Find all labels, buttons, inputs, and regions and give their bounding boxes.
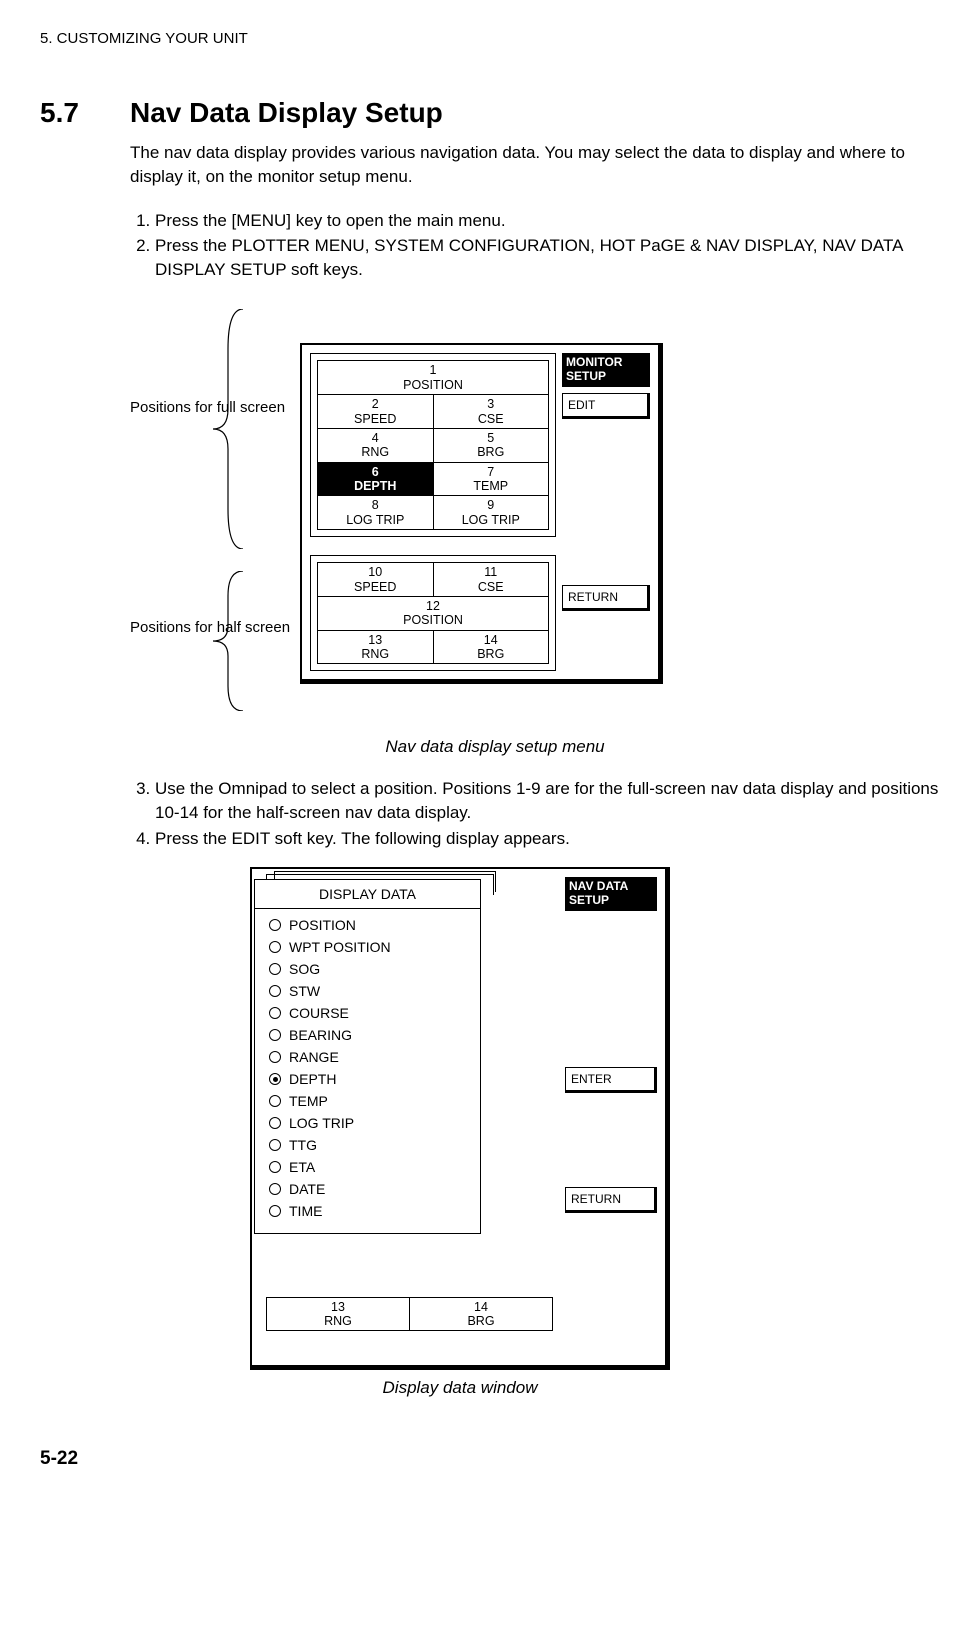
option-depth[interactable]: DEPTH bbox=[269, 1071, 470, 1087]
radio-icon bbox=[269, 941, 281, 953]
radio-icon bbox=[269, 919, 281, 931]
option-label: TEMP bbox=[289, 1093, 328, 1109]
figure-2: DISPLAY DATA POSITION WPT POSITION SOG STW C… bbox=[250, 867, 670, 1398]
option-label: SOG bbox=[289, 961, 320, 977]
page-number: 5-22 bbox=[40, 1448, 953, 1470]
option-bearing[interactable]: BEARING bbox=[269, 1027, 470, 1043]
step-1: Press the [MENU] key to open the main me… bbox=[155, 209, 953, 233]
cell-12-position[interactable]: 12POSITION bbox=[318, 597, 548, 631]
steps-list-2: Use the Omnipad to select a position. Po… bbox=[130, 777, 953, 850]
peek-cell-13[interactable]: 13RNG bbox=[267, 1298, 409, 1331]
cell-14-brg[interactable]: 14BRG bbox=[433, 631, 549, 664]
cell-11-cse[interactable]: 11CSE bbox=[433, 563, 549, 596]
peek-cell-14[interactable]: 14BRG bbox=[409, 1298, 552, 1331]
softkey-title-nav-data-setup: NAV DATASETUP bbox=[565, 877, 657, 911]
option-date[interactable]: DATE bbox=[269, 1181, 470, 1197]
cell-10-speed[interactable]: 10SPEED bbox=[318, 563, 433, 596]
option-wpt-position[interactable]: WPT POSITION bbox=[269, 939, 470, 955]
popup-option-list: POSITION WPT POSITION SOG STW COURSE BEARING R… bbox=[255, 909, 480, 1227]
figure-1-caption: Nav data display setup menu bbox=[240, 737, 750, 757]
radio-icon bbox=[269, 963, 281, 975]
step-4: Press the EDIT soft key. The following d… bbox=[155, 827, 953, 851]
radio-icon bbox=[269, 1205, 281, 1217]
radio-icon bbox=[269, 1139, 281, 1151]
brace-half bbox=[208, 571, 248, 711]
radio-icon bbox=[269, 1073, 281, 1085]
option-label: BEARING bbox=[289, 1027, 352, 1043]
cell-1-position[interactable]: 1POSITION bbox=[318, 361, 548, 395]
radio-icon bbox=[269, 1117, 281, 1129]
option-eta[interactable]: ETA bbox=[269, 1159, 470, 1175]
cell-8-logtrip[interactable]: 8LOG TRIP bbox=[318, 496, 433, 529]
cell-6-depth-selected[interactable]: 6DEPTH bbox=[318, 463, 433, 496]
radio-icon bbox=[269, 1095, 281, 1107]
radio-icon bbox=[269, 1007, 281, 1019]
option-label: WPT POSITION bbox=[289, 939, 391, 955]
nav-data-setup-screen: DISPLAY DATA POSITION WPT POSITION SOG STW C… bbox=[250, 867, 670, 1370]
option-course[interactable]: COURSE bbox=[269, 1005, 470, 1021]
cell-2-speed[interactable]: 2SPEED bbox=[318, 395, 433, 428]
enter-softkey[interactable]: ENTER bbox=[565, 1067, 657, 1093]
full-screen-grid: 1POSITION 2SPEED 3CSE 4RNG 5BRG 6DEPTH bbox=[310, 353, 556, 537]
option-range[interactable]: RANGE bbox=[269, 1049, 470, 1065]
radio-icon bbox=[269, 1161, 281, 1173]
option-position[interactable]: POSITION bbox=[269, 917, 470, 933]
option-label: TIME bbox=[289, 1203, 322, 1219]
option-stw[interactable]: STW bbox=[269, 983, 470, 999]
option-label: DATE bbox=[289, 1181, 325, 1197]
steps-list-1: Press the [MENU] key to open the main me… bbox=[130, 209, 953, 282]
option-label: COURSE bbox=[289, 1005, 349, 1021]
cell-4-rng[interactable]: 4RNG bbox=[318, 429, 433, 462]
softkey-title-monitor-setup: MONITORSETUP bbox=[562, 353, 650, 387]
option-sog[interactable]: SOG bbox=[269, 961, 470, 977]
option-label: LOG TRIP bbox=[289, 1115, 354, 1131]
cell-7-temp[interactable]: 7TEMP bbox=[433, 463, 549, 496]
peek-row-below-popup: 13RNG 14BRG bbox=[266, 1297, 553, 1332]
cell-3-cse[interactable]: 3CSE bbox=[433, 395, 549, 428]
option-label: DEPTH bbox=[289, 1071, 336, 1087]
option-label: POSITION bbox=[289, 917, 356, 933]
cell-5-brg[interactable]: 5BRG bbox=[433, 429, 549, 462]
edit-softkey[interactable]: EDIT bbox=[562, 393, 650, 419]
option-label: ETA bbox=[289, 1159, 315, 1175]
return-softkey-2[interactable]: RETURN bbox=[565, 1187, 657, 1213]
radio-icon bbox=[269, 1183, 281, 1195]
step-3: Use the Omnipad to select a position. Po… bbox=[155, 777, 953, 825]
half-screen-grid: 10SPEED 11CSE 12POSITION 13RNG 14BRG bbox=[310, 555, 556, 671]
figure-1: Positions for full screen Positions for … bbox=[130, 299, 750, 757]
option-label: TTG bbox=[289, 1137, 317, 1153]
section-title-text: Nav Data Display Setup bbox=[130, 97, 443, 128]
radio-icon bbox=[269, 985, 281, 997]
display-data-popup: DISPLAY DATA POSITION WPT POSITION SOG STW C… bbox=[254, 879, 481, 1234]
return-softkey[interactable]: RETURN bbox=[562, 585, 650, 611]
section-number: 5.7 bbox=[40, 97, 130, 129]
section-heading: 5.7Nav Data Display Setup bbox=[40, 97, 953, 129]
option-time[interactable]: TIME bbox=[269, 1203, 470, 1219]
radio-icon bbox=[269, 1051, 281, 1063]
cell-13-rng[interactable]: 13RNG bbox=[318, 631, 433, 664]
option-temp[interactable]: TEMP bbox=[269, 1093, 470, 1109]
step-2: Press the PLOTTER MENU, SYSTEM CONFIGURA… bbox=[155, 234, 953, 282]
monitor-setup-screen: 1POSITION 2SPEED 3CSE 4RNG 5BRG 6DEPTH bbox=[300, 343, 663, 684]
intro-paragraph: The nav data display provides various na… bbox=[130, 141, 953, 189]
option-label: STW bbox=[289, 983, 320, 999]
popup-title: DISPLAY DATA bbox=[255, 880, 480, 909]
chapter-header: 5. CUSTOMIZING YOUR UNIT bbox=[40, 30, 953, 47]
radio-icon bbox=[269, 1029, 281, 1041]
option-log-trip[interactable]: LOG TRIP bbox=[269, 1115, 470, 1131]
figure-2-caption: Display data window bbox=[250, 1378, 670, 1398]
brace-full bbox=[208, 309, 248, 549]
option-ttg[interactable]: TTG bbox=[269, 1137, 470, 1153]
cell-9-logtrip[interactable]: 9LOG TRIP bbox=[433, 496, 549, 529]
option-label: RANGE bbox=[289, 1049, 339, 1065]
